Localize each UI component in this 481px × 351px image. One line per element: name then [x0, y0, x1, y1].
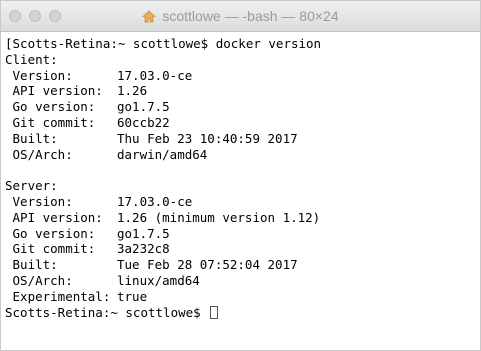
server-key: API version: — [5, 209, 103, 225]
server-value: Tue Feb 28 07:52:04 2017 — [117, 257, 298, 273]
terminal-window: scottlowe — -bash — 80×24 [Scotts-Retina… — [0, 0, 481, 351]
server-row: OS/Arch: linux/amd64 — [5, 273, 475, 289]
server-row: Go version: go1.7.5 — [5, 226, 475, 242]
server-header: Server: — [5, 178, 58, 194]
server-key: Git commit: — [5, 241, 96, 257]
client-key: Version: — [5, 67, 73, 83]
server-value: 17.03.0-ce — [117, 193, 193, 209]
client-value: Thu Feb 23 10:40:59 2017 — [117, 130, 298, 146]
server-row: Git commit: 3a232c8 — [5, 241, 475, 257]
window-title-area: scottlowe — -bash — 80×24 — [1, 1, 480, 31]
client-row: API version: 1.26 — [5, 83, 475, 99]
client-row: Version: 17.03.0-ce — [5, 68, 475, 84]
server-key: Built: — [5, 257, 58, 273]
server-value: true — [117, 288, 148, 304]
client-key: Built: — [5, 130, 58, 146]
client-key: Git commit: — [5, 114, 96, 130]
window-title: scottlowe — -bash — 80×24 — [162, 8, 339, 24]
client-header: Client: — [5, 51, 58, 67]
client-row: Git commit: 60ccb22 — [5, 115, 475, 131]
text-cursor — [210, 305, 219, 319]
client-value: darwin/amd64 — [117, 146, 208, 162]
server-row: Built: Tue Feb 28 07:52:04 2017 — [5, 257, 475, 273]
server-value: linux/amd64 — [117, 272, 200, 288]
client-value: 1.26 — [117, 83, 148, 99]
client-key: OS/Arch: — [5, 146, 73, 162]
client-row: Built: Thu Feb 23 10:40:59 2017 — [5, 131, 475, 147]
server-key: Version: — [5, 193, 73, 209]
client-row: OS/Arch: darwin/amd64 — [5, 147, 475, 163]
home-icon — [142, 9, 157, 23]
client-key: API version: — [5, 83, 103, 99]
client-row: Go version: go1.7.5 — [5, 99, 475, 115]
command-line: [Scotts-Retina:~ scottlowe$ docker versi… — [5, 36, 322, 51]
server-key: Go version: — [5, 225, 96, 241]
server-value: 3a232c8 — [117, 241, 170, 257]
server-row: Version: 17.03.0-ce — [5, 194, 475, 210]
terminal-output[interactable]: [Scotts-Retina:~ scottlowe$ docker versi… — [5, 36, 475, 348]
client-value: 60ccb22 — [117, 114, 170, 130]
client-value: go1.7.5 — [117, 99, 170, 115]
server-value: 1.26 (minimum version 1.12) — [117, 209, 321, 225]
server-key: OS/Arch: — [5, 272, 73, 288]
title-bar[interactable]: scottlowe — -bash — 80×24 — [1, 1, 480, 32]
final-prompt: Scotts-Retina:~ scottlowe$ — [5, 304, 201, 320]
server-row: Experimental: true — [5, 289, 475, 305]
server-row: API version: 1.26 (minimum version 1.12) — [5, 210, 475, 226]
server-key: Experimental: — [5, 288, 111, 304]
client-key: Go version: — [5, 99, 96, 115]
server-value: go1.7.5 — [117, 225, 170, 241]
client-value: 17.03.0-ce — [117, 67, 193, 83]
final-prompt-line: Scotts-Retina:~ scottlowe$ — [5, 305, 475, 321]
